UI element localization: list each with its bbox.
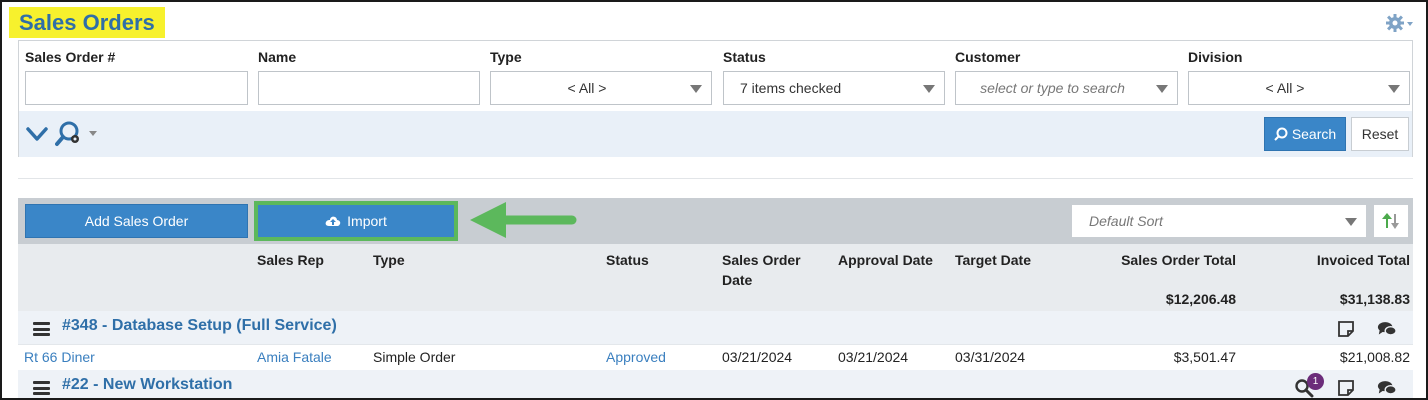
- add-sales-order-button[interactable]: Add Sales Order: [25, 204, 248, 238]
- customer-link[interactable]: Rt 66 Diner: [24, 349, 95, 365]
- search-button[interactable]: Search: [1264, 117, 1346, 151]
- column-header-invoiced-total[interactable]: Invoiced Total: [1258, 250, 1410, 270]
- sales-order-total: $3,501.47: [1173, 349, 1236, 365]
- sales-order-date: 03/21/2024: [722, 349, 793, 365]
- section-divider: [18, 178, 1413, 179]
- order-group-row: #22 - New Workstation 1: [18, 370, 1413, 398]
- import-button-label: Import: [347, 213, 387, 229]
- search-button-label: Search: [1291, 126, 1337, 142]
- column-header-type[interactable]: Type: [373, 250, 405, 270]
- notification-badge: 1: [1307, 373, 1324, 390]
- division-select-value: < All >: [1265, 80, 1305, 96]
- filter-action-bar: Search Reset: [19, 111, 1412, 157]
- status-label: Status: [723, 49, 766, 65]
- order-title-link[interactable]: #22 - New Workstation: [62, 376, 232, 394]
- customer-select[interactable]: select or type to search: [955, 71, 1178, 105]
- customer-label: Customer: [955, 49, 1021, 65]
- column-header-sales-order-date[interactable]: Sales Order Date: [722, 250, 801, 290]
- column-header-sales-rep[interactable]: Sales Rep: [257, 250, 324, 270]
- name-label: Name: [258, 49, 297, 65]
- pointer-arrow-icon: [470, 202, 577, 238]
- table-row: Rt 66 Diner Amia Fatale Simple Order App…: [18, 345, 1413, 369]
- note-icon[interactable]: [1336, 319, 1356, 339]
- target-date: 03/31/2024: [955, 349, 1026, 365]
- order-title-link[interactable]: #348 - Database Setup (Full Service): [62, 317, 337, 335]
- chevron-down-icon: [1388, 85, 1400, 93]
- invoiced-total-sum: $31,138.83: [1339, 291, 1410, 307]
- saved-search-settings-icon[interactable]: [55, 119, 101, 149]
- column-header-sales-order-total[interactable]: Sales Order Total: [1078, 250, 1236, 270]
- column-header-sales-order-date-line2: Date: [722, 272, 753, 288]
- status-select[interactable]: 7 items checked: [723, 71, 945, 105]
- status-link[interactable]: Approved: [606, 349, 666, 365]
- filter-panel: Sales Order # Name Type < All > Status 7…: [18, 40, 1413, 157]
- sales-order-number-input[interactable]: [25, 71, 248, 105]
- column-header-status[interactable]: Status: [606, 250, 649, 270]
- approval-date: 03/21/2024: [838, 349, 909, 365]
- invoiced-total: $21,008.82: [1339, 349, 1410, 365]
- status-select-value: 7 items checked: [740, 80, 842, 96]
- column-header-target-date[interactable]: Target Date: [955, 250, 1031, 270]
- menu-icon[interactable]: [33, 322, 50, 336]
- sort-arrows-icon: [1382, 213, 1399, 229]
- name-input[interactable]: [258, 71, 480, 105]
- sort-select[interactable]: Default Sort: [1071, 204, 1367, 238]
- division-select[interactable]: < All >: [1188, 71, 1410, 105]
- order-type: Simple Order: [373, 349, 456, 365]
- type-select[interactable]: < All >: [490, 71, 712, 105]
- comments-icon[interactable]: [1377, 319, 1397, 339]
- chevron-down-icon: [923, 85, 935, 93]
- sort-select-placeholder: Default Sort: [1089, 213, 1163, 229]
- app-frame: Sales Orders Sales Order # Name Type < A…: [0, 0, 1428, 400]
- type-label: Type: [490, 49, 522, 65]
- order-group-row: #348 - Database Setup (Full Service): [18, 311, 1413, 345]
- column-header-sales-order-date-line1: Sales Order: [722, 252, 801, 268]
- import-button[interactable]: Import: [258, 205, 454, 237]
- collapse-chevron-icon[interactable]: [25, 123, 49, 145]
- chevron-down-icon: [1345, 218, 1357, 226]
- settings-gear-icon[interactable]: [1384, 12, 1414, 34]
- sales-rep-link[interactable]: Amia Fatale: [257, 349, 332, 365]
- list-toolbar: Add Sales Order Import Default Sort: [18, 198, 1413, 244]
- comments-icon[interactable]: [1377, 378, 1397, 398]
- page-title: Sales Orders: [9, 7, 165, 38]
- sales-order-number-label: Sales Order #: [25, 49, 116, 65]
- cloud-upload-icon: [325, 216, 341, 226]
- chevron-down-icon: [690, 85, 702, 93]
- menu-icon[interactable]: [33, 381, 50, 395]
- search-icon: [1274, 127, 1288, 141]
- type-select-value: < All >: [567, 80, 607, 96]
- sort-direction-toggle[interactable]: [1373, 204, 1409, 238]
- division-label: Division: [1188, 49, 1243, 65]
- chevron-down-icon: [1156, 85, 1168, 93]
- note-icon[interactable]: [1336, 378, 1356, 398]
- import-highlight-box: Import: [254, 201, 458, 241]
- reset-button[interactable]: Reset: [1351, 117, 1409, 151]
- sales-order-total-sum: $12,206.48: [1165, 291, 1236, 307]
- column-header-approval-date[interactable]: Approval Date: [838, 250, 933, 270]
- table-header: Sales Rep Type Status Sales Order Date A…: [18, 244, 1413, 311]
- search-icon[interactable]: 1: [1294, 373, 1324, 398]
- customer-select-placeholder: select or type to search: [980, 80, 1125, 96]
